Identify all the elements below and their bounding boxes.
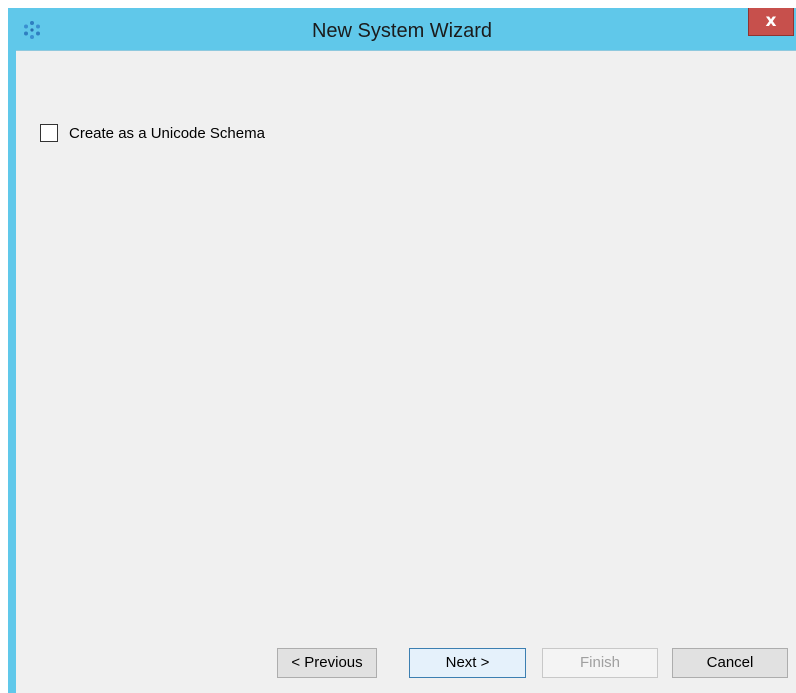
- unicode-schema-checkbox[interactable]: [40, 124, 58, 142]
- unicode-schema-option[interactable]: Create as a Unicode Schema: [40, 123, 265, 143]
- title-bar[interactable]: New System Wizard x: [8, 8, 796, 50]
- cancel-button[interactable]: Cancel: [672, 648, 788, 678]
- wizard-window: New System Wizard x Create as a Unicode …: [8, 8, 796, 693]
- finish-button: Finish: [542, 648, 658, 678]
- close-button[interactable]: x: [748, 8, 794, 36]
- unicode-schema-label[interactable]: Create as a Unicode Schema: [69, 125, 265, 142]
- wizard-content: Create as a Unicode Schema < Previous Ne…: [16, 50, 796, 693]
- previous-button[interactable]: < Previous: [277, 648, 377, 678]
- next-button[interactable]: Next >: [409, 648, 526, 678]
- window-title: New System Wizard: [311, 20, 493, 42]
